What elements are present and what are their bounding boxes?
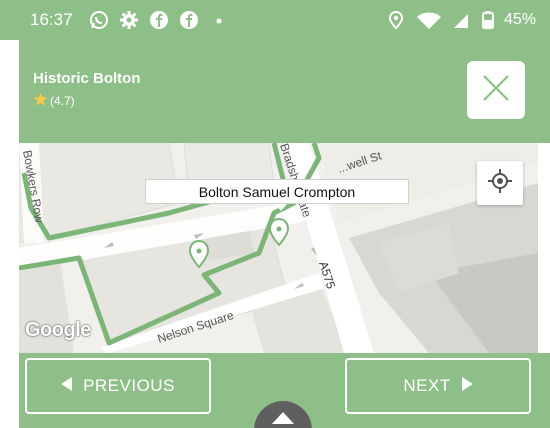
previous-button[interactable]: PREVIOUS	[25, 358, 211, 414]
settings-gear-icon	[119, 10, 139, 30]
map-view[interactable]: Bowkers Row Bradshawgate ...well St A575…	[19, 143, 538, 353]
expand-panel-button[interactable]	[254, 401, 312, 428]
app-screen: 16:37 45% Historic Bolton (4.7) Bowkers …	[0, 0, 550, 428]
map-callout-label: Bolton Samuel Crompton	[145, 179, 409, 204]
triangle-left-icon	[61, 376, 73, 396]
rating-value: (4.7)	[50, 94, 75, 108]
bottom-navigation: PREVIOUS NEXT	[19, 353, 550, 428]
wifi-icon	[416, 10, 442, 30]
status-time: 16:37	[30, 10, 73, 29]
star-icon	[33, 92, 48, 110]
notification-dot-icon	[209, 10, 229, 30]
whatsapp-icon	[89, 10, 109, 30]
battery-icon	[481, 10, 494, 30]
chevron-up-icon	[272, 411, 294, 428]
status-bar: 16:37 45%	[0, 0, 550, 40]
place-header: Historic Bolton (4.7)	[19, 40, 550, 143]
close-x-icon	[481, 73, 511, 108]
my-location-button[interactable]	[477, 161, 523, 205]
facebook-icon	[179, 10, 199, 30]
battery-percent: 45%	[503, 11, 536, 28]
location-pin-icon	[386, 10, 406, 30]
map-tiles: Bowkers Row Bradshawgate ...well St A575…	[19, 143, 538, 353]
previous-label: PREVIOUS	[83, 376, 175, 395]
status-right-group: 45%	[386, 10, 536, 30]
triangle-right-icon	[461, 376, 473, 396]
rating-row: (4.7)	[33, 92, 75, 110]
facebook-icon	[149, 10, 169, 30]
next-label: NEXT	[403, 376, 451, 395]
place-title: Historic Bolton	[33, 70, 141, 87]
status-left-group: 16:37	[30, 10, 229, 30]
crosshair-icon	[487, 168, 513, 199]
google-attribution: Google	[25, 319, 91, 341]
left-edge	[0, 40, 19, 428]
signal-icon	[452, 10, 472, 30]
next-button[interactable]: NEXT	[345, 358, 531, 414]
close-button[interactable]	[467, 61, 525, 119]
